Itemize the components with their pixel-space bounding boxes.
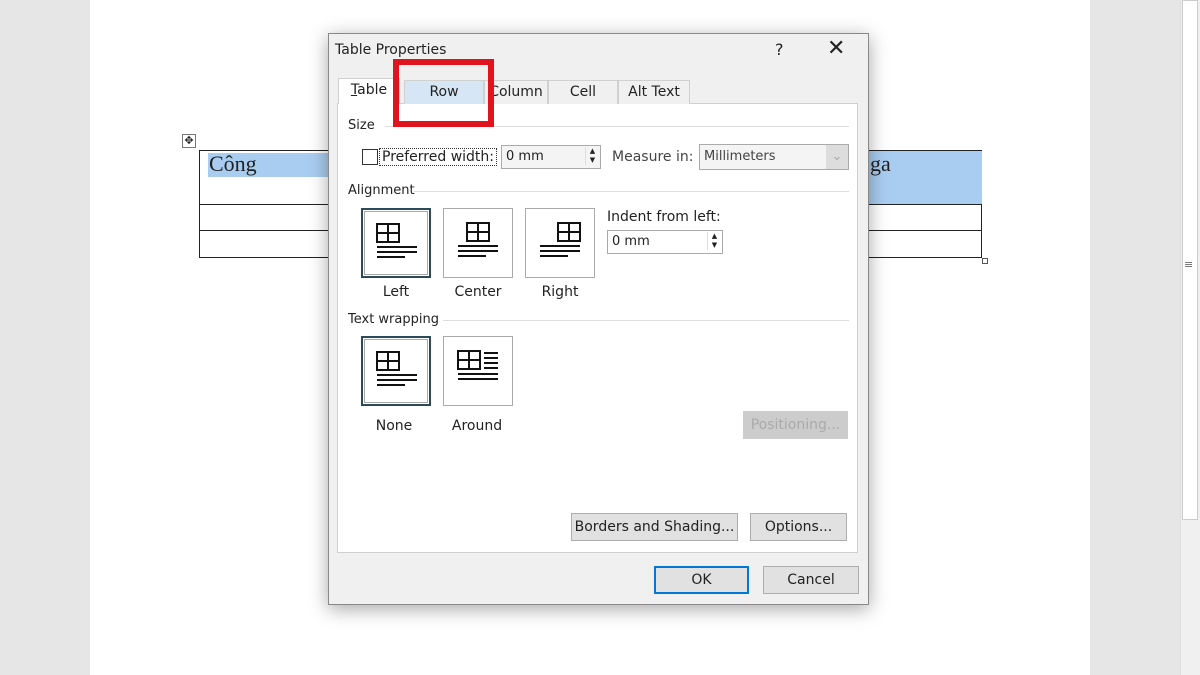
close-button[interactable]: ✕ (827, 36, 845, 61)
ok-button[interactable]: OK (654, 566, 749, 594)
preferred-width-checkbox[interactable] (362, 149, 378, 165)
table-properties-dialog: Table Properties ? ✕ Table Row Column Ce… (328, 33, 869, 605)
highlight-box (393, 59, 494, 127)
size-heading: Size (348, 118, 375, 133)
wrap-around-icon (457, 350, 498, 380)
table-cell[interactable]: ga (870, 151, 891, 177)
align-left-label: Left (382, 284, 410, 300)
help-button[interactable]: ? (775, 40, 784, 59)
preferred-width-label[interactable]: Preferred width: (379, 148, 498, 166)
wrap-none-label: None (375, 418, 413, 434)
preferred-width-value: 0 mm (506, 149, 544, 164)
scroll-grip-icon: ≡ (1184, 258, 1194, 271)
align-center-label: Center (454, 284, 502, 300)
align-center-option[interactable] (443, 208, 513, 278)
align-center-icon (458, 222, 498, 257)
table-cell[interactable]: Công (209, 151, 257, 177)
align-right-icon (540, 222, 581, 257)
indent-label: Indent from left: (607, 209, 721, 225)
options-button[interactable]: Options... (750, 513, 847, 541)
wrap-around-label: Around (451, 418, 503, 434)
tab-cell[interactable]: Cell (548, 80, 618, 104)
wrap-around-option[interactable] (443, 336, 513, 406)
spinner-icon[interactable]: ▲ ▼ (585, 147, 599, 165)
text-wrapping-heading: Text wrapping (348, 312, 439, 327)
indent-input[interactable]: 0 mm ▲ ▼ (607, 230, 723, 254)
borders-and-shading-button[interactable]: Borders and Shading... (571, 513, 738, 541)
spinner-icon[interactable]: ▲ ▼ (707, 232, 721, 250)
align-right-option[interactable] (525, 208, 595, 278)
align-right-label: Right (541, 284, 579, 300)
table-resize-handle[interactable] (982, 258, 988, 264)
chevron-down-icon[interactable]: ⌄ (826, 145, 848, 169)
alignment-heading: Alignment (348, 183, 415, 198)
measure-in-label: Measure in: (612, 149, 694, 165)
positioning-button[interactable]: Positioning... (743, 411, 848, 439)
tab-panel (337, 103, 858, 553)
measure-in-select[interactable]: Millimeters ⌄ (699, 144, 849, 170)
preferred-width-input[interactable]: 0 mm ▲ ▼ (501, 145, 601, 169)
measure-in-value: Millimeters (704, 149, 776, 164)
cancel-button[interactable]: Cancel (763, 566, 859, 594)
tab-table[interactable]: Table (338, 78, 400, 104)
dialog-title: Table Properties (335, 42, 447, 58)
table-move-handle-icon[interactable]: ✥ (182, 134, 196, 148)
align-left-option[interactable] (361, 208, 431, 278)
indent-value: 0 mm (612, 234, 650, 249)
tab-alt-text[interactable]: Alt Text (618, 80, 690, 104)
wrap-none-icon (376, 351, 417, 386)
wrap-none-option[interactable] (361, 336, 431, 406)
align-left-icon (376, 223, 417, 258)
